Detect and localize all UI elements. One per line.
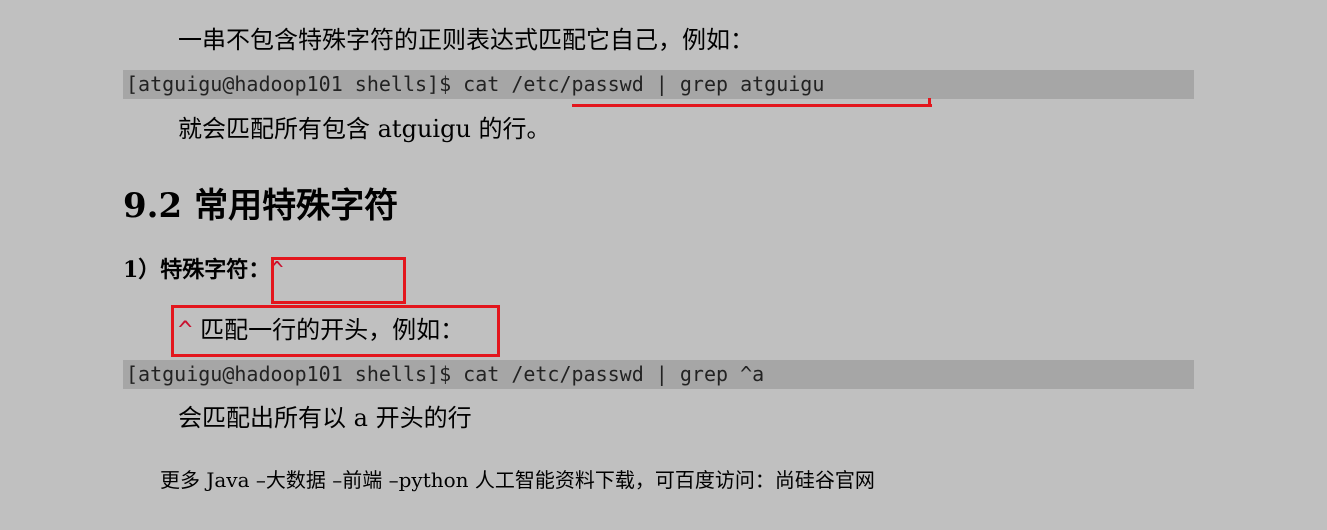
annotation-box-description [171,305,500,357]
document-page: { "intro_text": "一串不包含特殊字符的正则表达式匹配它自己，例如… [0,0,1327,530]
subheading-label: 1）特殊字符： [123,257,271,283]
explanation-paragraph: 就会匹配所有包含 atguigu 的行。 [178,115,551,143]
subheading-special-char: 1）特殊字符：^ [123,255,284,286]
footer-note: 更多 Java –大数据 –前端 –python 人工智能资料下载，可百度访问：… [160,468,875,492]
annotation-box-caret [271,257,406,304]
code-line-grep-atguigu: [atguigu@hadoop101 shells]$ cat /etc/pas… [123,70,1194,99]
intro-paragraph: 一串不包含特殊字符的正则表达式匹配它自己，例如： [178,26,754,54]
annotation-underline [572,104,932,107]
section-title: 常用特殊字符 [194,186,399,226]
section-number: 9.2 [123,186,183,226]
section-heading: 9.2 常用特殊字符 [123,178,398,227]
code-line-grep-caret: [atguigu@hadoop101 shells]$ cat /etc/pas… [123,360,1194,389]
annotation-underline-hook [928,98,931,107]
result-paragraph: 会匹配出所有以 a 开头的行 [178,404,472,432]
